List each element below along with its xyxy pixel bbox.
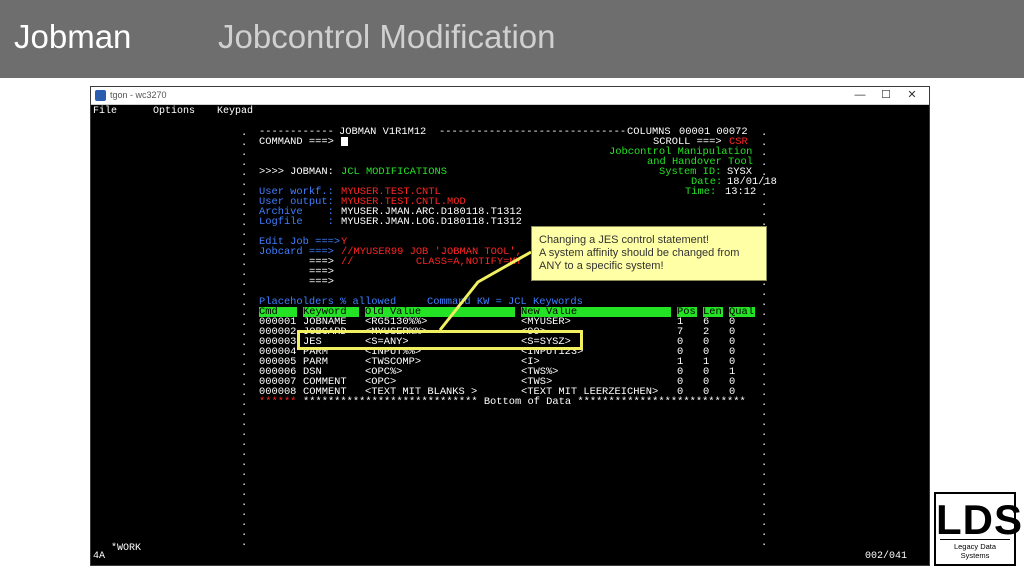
menu-options[interactable]: Options	[153, 106, 195, 117]
terminal-window: tgon - wc3270 — ☐ ✕ File Options Keypad …	[90, 86, 930, 566]
callout-note: Changing a JES control statement! A syst…	[531, 226, 767, 281]
row-old-value: <TEXT MIT BLANKS >	[365, 386, 478, 398]
close-icon[interactable]: ✕	[905, 88, 919, 102]
logo-subtitle: Legacy Data Systems	[940, 539, 1010, 560]
logfile-value: MYUSER.JMAN.LOG.D180118.T1312	[341, 216, 522, 228]
maximize-icon[interactable]: ☐	[879, 88, 893, 102]
margin-dot: .	[761, 537, 768, 549]
row-new-value: <TEXT MIT LEERZEICHEN>	[521, 386, 659, 398]
banner-right: ------------------------------	[439, 126, 627, 138]
table-header: Cmd Keyword Old Value New Value Pos Len …	[91, 307, 755, 317]
row-number[interactable]: 000008	[259, 387, 296, 397]
section-prefix: >>>> JOBMAN:	[259, 166, 334, 178]
command-label: COMMAND ===>	[259, 136, 334, 148]
banner-title: JOBMAN V1R1M12	[339, 126, 427, 138]
status-left: 4A	[93, 551, 106, 562]
time-value: 13:12	[725, 186, 757, 198]
status-bar: 4A *WORK 002/041	[91, 543, 929, 565]
jobcard-line2[interactable]: // CLASS=A,NOTIFY=MY	[341, 257, 522, 267]
lds-logo: LDS Legacy Data Systems	[934, 492, 1023, 566]
section-value: JCL MODIFICATIONS	[341, 166, 448, 178]
window-titlebar: tgon - wc3270 — ☐ ✕	[91, 87, 929, 105]
menu-keypad[interactable]: Keypad	[217, 106, 253, 117]
bottom-of-data: **************************** Bottom of D…	[303, 396, 746, 408]
row-pos: 0	[677, 386, 684, 398]
callout-line3: ANY to a specific system!	[539, 260, 664, 272]
slide-brand: Jobman	[14, 18, 132, 55]
menu-bar: File Options Keypad	[91, 105, 929, 119]
cursor	[341, 137, 348, 146]
row-len: 0	[703, 386, 710, 398]
margin-dot: .	[241, 537, 248, 549]
callout-line1: Changing a JES control statement!	[539, 234, 709, 246]
time-label: Time:	[685, 186, 717, 198]
row-qual: 0	[729, 386, 736, 398]
logfile-label: Logfile :	[259, 216, 334, 228]
window-title: tgon - wc3270	[110, 90, 167, 100]
logo-mark: LDS	[936, 496, 1023, 543]
minimize-icon[interactable]: —	[853, 88, 867, 102]
slide-header: Jobman Jobcontrol Modification	[0, 0, 1024, 78]
bottom-stars: ******	[259, 396, 297, 408]
command-input[interactable]	[341, 137, 348, 148]
status-right: 002/041	[865, 551, 908, 562]
callout-line2: A system affinity should be changed from	[539, 247, 740, 259]
jobcard-arrow-4: ===>	[309, 276, 334, 288]
status-work: *WORK	[111, 543, 142, 554]
slide-title: Jobcontrol Modification	[218, 18, 556, 55]
row-keyword: COMMENT	[303, 386, 347, 398]
terminal-app-icon	[95, 90, 106, 101]
menu-file[interactable]: File	[93, 106, 117, 117]
jes-highlight-box	[297, 330, 583, 350]
